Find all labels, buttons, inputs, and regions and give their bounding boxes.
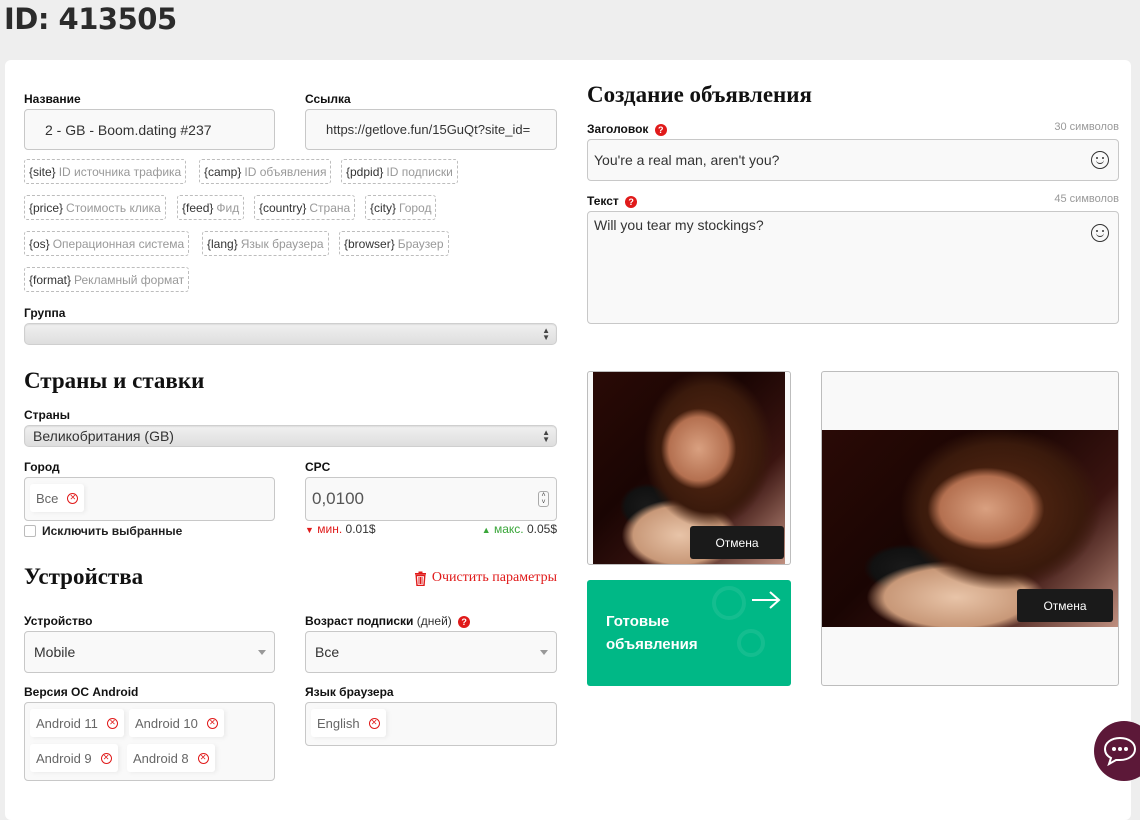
- caret-down-icon: [258, 650, 266, 655]
- variable-chip-site[interactable]: {site} ID источника трафика: [24, 159, 187, 184]
- group-label: Группа: [24, 306, 66, 320]
- headline-input[interactable]: You're a real man, aren't you?: [587, 139, 1119, 181]
- emoji-icon[interactable]: [1091, 224, 1109, 242]
- sub-age-value: Все: [315, 644, 340, 660]
- variable-chip-browser[interactable]: {browser} Браузер: [339, 231, 449, 256]
- os-tag: Android 9 ✕: [30, 744, 118, 772]
- os-tag: Android 10 ✕: [129, 709, 224, 737]
- headline-label: Заголовок ?: [587, 122, 667, 136]
- variable-chip-camp[interactable]: {camp} ID объявления: [199, 159, 332, 184]
- countries-section-title: Страны и ставки: [24, 368, 205, 393]
- checkbox-box[interactable]: [24, 525, 36, 537]
- os-version-label: Версия ОС Android: [24, 685, 139, 699]
- countries-label: Страны: [24, 408, 71, 422]
- campaign-form-card: Название 2 - GB - Boom.dating #237 Ссылк…: [5, 60, 1131, 820]
- remove-tag-icon[interactable]: ✕: [197, 752, 209, 764]
- down-triangle-icon: ▼: [305, 525, 314, 535]
- chat-icon: [1103, 736, 1137, 766]
- spinner-icon[interactable]: ˄ ˅: [538, 491, 549, 507]
- ready-ads-button[interactable]: Готовые объявления: [587, 580, 791, 686]
- city-tag-input[interactable]: Все ✕: [24, 477, 275, 521]
- text-textarea[interactable]: Will you tear my stockings?: [587, 211, 1119, 324]
- group-select[interactable]: ▲ ▼: [24, 323, 557, 345]
- lang-tag: English ✕: [311, 709, 386, 737]
- city-label: Город: [24, 460, 60, 474]
- browser-lang-label: Язык браузера: [305, 685, 394, 699]
- name-input[interactable]: 2 - GB - Boom.dating #237: [24, 109, 275, 150]
- preview-cancel-button[interactable]: Отмена: [1017, 589, 1113, 622]
- name-label: Название: [24, 92, 81, 106]
- device-label: Устройство: [24, 614, 93, 628]
- devices-section-title: Устройства: [24, 564, 144, 589]
- image-cancel-button[interactable]: Отмена: [690, 526, 784, 559]
- cpc-value: 0,0100: [312, 489, 364, 508]
- up-triangle-icon: ▲: [481, 525, 491, 535]
- name-value: 2 - GB - Boom.dating #237: [45, 121, 212, 138]
- cpc-max: ▲ макс. 0.05$: [481, 522, 557, 536]
- remove-tag-icon[interactable]: ✕: [67, 492, 79, 504]
- page-id-title: ID: 413505: [4, 2, 177, 36]
- remove-tag-icon[interactable]: ✕: [100, 752, 112, 764]
- arrow-right-icon: [752, 591, 781, 609]
- text-counter: 45 символов: [1054, 193, 1119, 205]
- select-arrows-icon: ▲ ▼: [542, 428, 550, 444]
- help-icon[interactable]: ?: [458, 616, 471, 628]
- sub-age-select[interactable]: Все: [305, 631, 557, 673]
- city-tag: Все ✕: [30, 484, 85, 512]
- text-value: Will you tear my stockings?: [594, 217, 764, 233]
- trash-icon: [414, 571, 426, 586]
- help-icon[interactable]: ?: [625, 196, 638, 208]
- text-label: Текст ?: [587, 194, 638, 208]
- ready-ads-label: Готовые объявления: [606, 613, 698, 653]
- variable-chip-lang[interactable]: {lang} Язык браузера: [202, 231, 329, 256]
- select-arrows-icon: ▲ ▼: [542, 326, 550, 342]
- variable-chip-feed[interactable]: {feed} Фид: [177, 195, 245, 220]
- cpc-label: CPC: [305, 460, 331, 474]
- variable-chip-os[interactable]: {os} Операционная система: [24, 231, 190, 256]
- help-icon[interactable]: ?: [654, 124, 667, 136]
- remove-tag-icon[interactable]: ✕: [106, 717, 118, 729]
- link-label: Ссылка: [305, 92, 351, 106]
- os-tag: Android 8 ✕: [127, 744, 215, 772]
- variable-chip-country[interactable]: {country} Страна: [254, 195, 356, 220]
- headline-value: You're a real man, aren't you?: [594, 152, 780, 168]
- image-upload-box[interactable]: Отмена: [587, 371, 791, 565]
- variable-chip-city[interactable]: {city} Город: [365, 195, 437, 220]
- variable-chip-pdpid[interactable]: {pdpid} ID подписки: [341, 159, 458, 184]
- link-input[interactable]: https://getlove.fun/15GuQt?site_id=: [305, 109, 557, 150]
- caret-down-icon: [540, 650, 548, 655]
- sub-age-label: Возраст подписки (дней) ?: [305, 614, 471, 628]
- emoji-icon[interactable]: [1091, 151, 1109, 169]
- ad-preview: Отмена: [821, 371, 1119, 686]
- device-value: Mobile: [34, 644, 76, 660]
- cpc-input[interactable]: 0,0100 ˄ ˅: [305, 477, 557, 521]
- os-version-tag-input[interactable]: Android 11 ✕ Android 10 ✕ Android 9 ✕ An…: [24, 702, 275, 781]
- browser-lang-tag-input[interactable]: English ✕: [305, 702, 557, 746]
- headline-counter: 30 символов: [1054, 121, 1119, 133]
- link-value: https://getlove.fun/15GuQt?site_id=: [326, 122, 531, 137]
- variable-chip-format[interactable]: {format} Рекламный формат: [24, 267, 190, 292]
- variable-chip-price[interactable]: {price} Стоимость клика: [24, 195, 166, 220]
- device-select[interactable]: Mobile: [24, 631, 275, 673]
- countries-value: Великобритания (GB): [33, 428, 174, 444]
- cpc-min: ▼ мин. 0.01$: [305, 522, 376, 536]
- remove-tag-icon[interactable]: ✕: [368, 717, 380, 729]
- remove-tag-icon[interactable]: ✕: [206, 717, 218, 729]
- exclude-selected-checkbox[interactable]: Исключить выбранные: [24, 524, 182, 538]
- os-tag: Android 11 ✕: [30, 709, 124, 737]
- ad-creation-title: Создание объявления: [587, 82, 812, 107]
- clear-params-button[interactable]: Очистить параметры: [414, 570, 557, 586]
- countries-select[interactable]: Великобритания (GB) ▲ ▼: [24, 425, 557, 447]
